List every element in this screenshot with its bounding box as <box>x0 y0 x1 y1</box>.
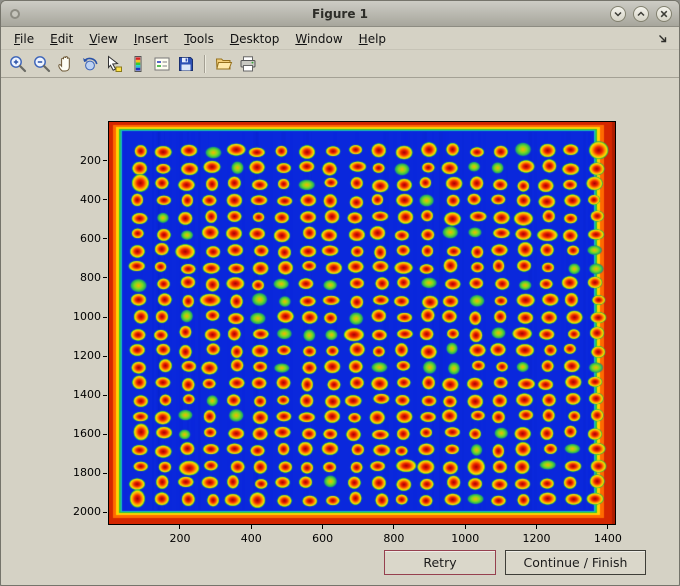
y-tick-label: 1400 <box>73 388 101 402</box>
x-tick-mark <box>464 525 466 529</box>
zoom-out-button[interactable] <box>31 53 53 75</box>
y-tick-mark <box>103 316 107 318</box>
y-tick-label: 800 <box>80 270 101 284</box>
close-button[interactable] <box>656 6 672 22</box>
pan-icon <box>56 54 76 74</box>
y-tick-label: 2000 <box>73 505 101 519</box>
y-tick-mark <box>103 511 107 513</box>
figure-window: Figure 1 File Edit View Insert Tools Desktop W… <box>0 0 680 586</box>
menu-item-window[interactable]: Window <box>287 30 350 48</box>
x-tick-label: 600 <box>312 532 334 545</box>
x-tick-label: 1400 <box>593 532 622 545</box>
y-tick-mark <box>103 394 107 396</box>
open-folder-icon <box>214 54 234 74</box>
rotate-3d-icon <box>80 54 100 74</box>
window-controls <box>610 6 672 22</box>
y-tick-label: 400 <box>80 192 101 206</box>
y-tick-label: 1000 <box>73 310 101 324</box>
print-button[interactable] <box>237 53 259 75</box>
data-cursor-button[interactable] <box>103 53 125 75</box>
close-icon <box>658 8 670 20</box>
zoom-out-icon <box>32 54 52 74</box>
minimize-button[interactable] <box>610 6 626 22</box>
plate-image <box>109 122 615 524</box>
zoom-in-icon <box>8 54 28 74</box>
pan-button[interactable] <box>55 53 77 75</box>
y-tick-label: 600 <box>80 231 101 245</box>
y-tick-mark <box>103 472 107 474</box>
figure-canvas-area: 200 400 600 800 1000 1200 1400 200 400 600 800 1000… <box>1 79 679 585</box>
x-tick-mark <box>179 525 181 529</box>
menu-item-insert[interactable]: Insert <box>126 30 176 48</box>
x-tick-label: 200 <box>169 532 191 545</box>
y-tick-label: 1800 <box>73 466 101 480</box>
save-button[interactable] <box>175 53 197 75</box>
x-tick-label: 1000 <box>451 532 480 545</box>
x-tick-mark <box>322 525 324 529</box>
y-tick-label: 200 <box>80 153 101 167</box>
menu-item-help[interactable]: Help <box>351 30 394 48</box>
y-tick-mark <box>103 160 107 162</box>
insert-colorbar-icon <box>128 54 148 74</box>
x-tick-mark <box>393 525 395 529</box>
insert-colorbar-button[interactable] <box>127 53 149 75</box>
continue-finish-button[interactable]: Continue / Finish <box>505 550 646 575</box>
toolbar-separator <box>204 55 206 73</box>
y-tick-mark <box>103 277 107 279</box>
x-tick-label: 1200 <box>522 532 551 545</box>
open-folder-button[interactable] <box>213 53 235 75</box>
y-tick-mark <box>103 199 107 201</box>
y-tick-label: 1600 <box>73 427 101 441</box>
menu-item-desktop[interactable]: Desktop <box>222 30 288 48</box>
data-cursor-icon <box>104 54 124 74</box>
maximize-button[interactable] <box>633 6 649 22</box>
x-tick-mark <box>250 525 252 529</box>
rotate-3d-button[interactable] <box>79 53 101 75</box>
y-tick-mark <box>103 355 107 357</box>
save-icon <box>176 54 196 74</box>
insert-legend-icon <box>152 54 172 74</box>
minimize-icon <box>612 8 624 20</box>
insert-legend-button[interactable] <box>151 53 173 75</box>
menubar: File Edit View Insert Tools Desktop Window Help <box>1 28 679 50</box>
y-tick-label: 1200 <box>73 349 101 363</box>
dock-figure-icon[interactable] <box>656 31 670 45</box>
x-tick-mark <box>536 525 538 529</box>
y-tick-mark <box>103 433 107 435</box>
y-tick-mark <box>103 238 107 240</box>
menu-item-file[interactable]: File <box>6 30 42 48</box>
menu-item-view[interactable]: View <box>81 30 125 48</box>
x-tick-label: 800 <box>383 532 405 545</box>
titlebar[interactable]: Figure 1 <box>1 1 679 27</box>
axes <box>108 121 616 525</box>
window-title: Figure 1 <box>311 7 369 21</box>
zoom-in-button[interactable] <box>7 53 29 75</box>
toolbar <box>1 51 679 78</box>
x-tick-mark <box>607 525 609 529</box>
print-icon <box>238 54 258 74</box>
maximize-icon <box>635 8 647 20</box>
menu-item-edit[interactable]: Edit <box>42 30 81 48</box>
x-tick-label: 400 <box>240 532 262 545</box>
menu-item-tools[interactable]: Tools <box>176 30 222 48</box>
retry-button[interactable]: Retry <box>384 550 496 575</box>
